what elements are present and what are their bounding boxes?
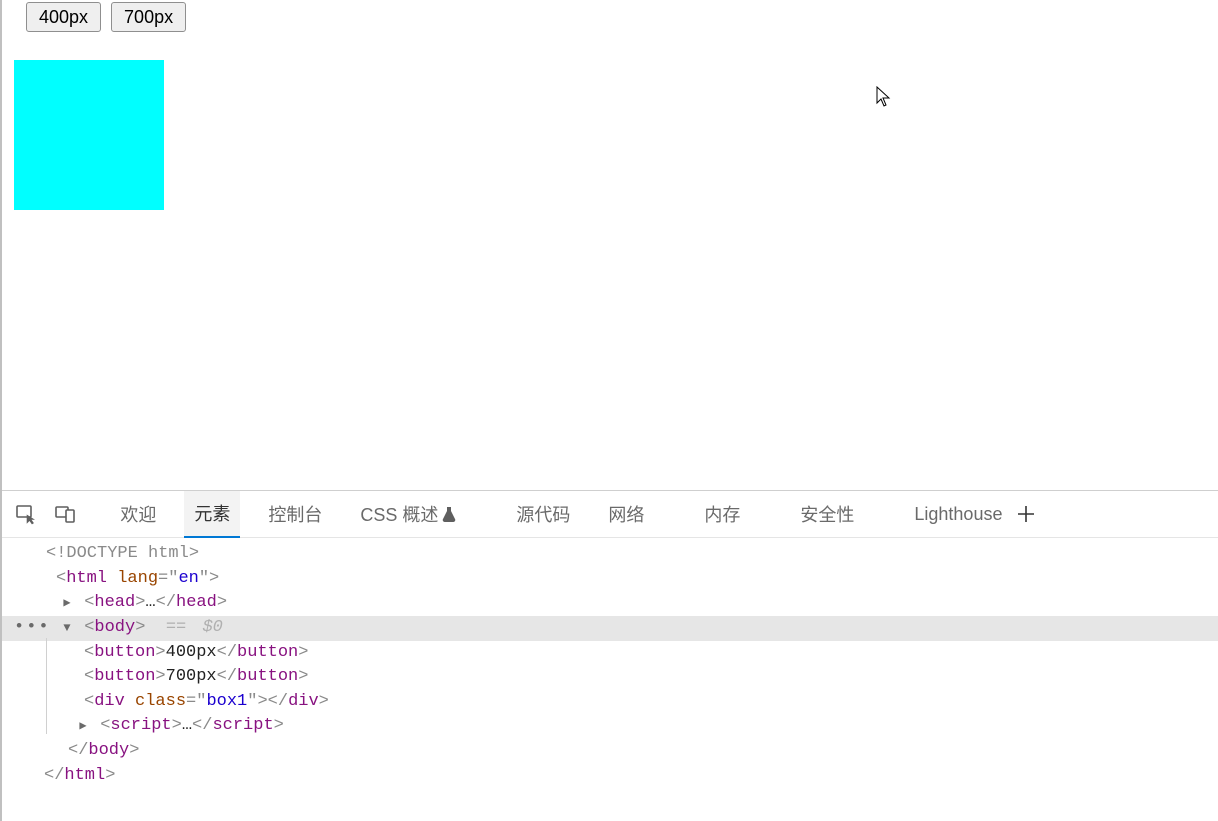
devtools-panel: 欢迎 元素 控制台 CSS 概述 源代码 网络 内存 安全性 Lighthous… [2,490,1218,821]
tab-security[interactable]: 安全性 [790,491,864,538]
dom-row-body-close[interactable]: </body> [2,739,1218,764]
box1-div [14,60,164,210]
annotation-dollar0: $0 [202,618,222,637]
devtools-tablist: 欢迎 元素 控制台 CSS 概述 源代码 网络 内存 安全性 Lighthous… [110,491,1012,538]
tab-elements[interactable]: 元素 [184,491,240,538]
page-button-700px[interactable]: 700px [111,2,186,32]
dom-row-button-400[interactable]: <button>400px</button> [2,641,1218,666]
devtools-toolbar: 欢迎 元素 控制台 CSS 概述 源代码 网络 内存 安全性 Lighthous… [2,491,1218,538]
mouse-cursor-icon [876,86,892,108]
expand-toggle-icon[interactable]: ▶ [60,595,74,612]
collapse-toggle-icon[interactable]: ▼ [60,620,74,637]
inspect-element-icon[interactable] [10,497,41,531]
dom-row-button-700[interactable]: <button>700px</button> [2,665,1218,690]
more-tabs-plus-icon[interactable] [1012,499,1040,529]
dom-row-head[interactable]: ▶ <head>…</head> [2,591,1218,616]
tab-welcome[interactable]: 欢迎 [110,491,166,538]
tab-lighthouse[interactable]: Lighthouse [904,491,1012,538]
expand-toggle-icon[interactable]: ▶ [76,718,90,735]
rendered-page: 400px 700px [2,0,1218,490]
dom-row-html-open[interactable]: <html lang="en"> [2,567,1218,592]
tab-network[interactable]: 网络 [598,491,654,538]
tab-css-overview[interactable]: CSS 概述 [350,491,466,538]
dom-row-script[interactable]: ▶ <script>…</script> [2,714,1218,739]
elements-tree[interactable]: <!DOCTYPE html> <html lang="en"> ▶ <head… [2,538,1218,821]
dom-row-html-close[interactable]: </html> [2,764,1218,789]
tab-css-overview-label: CSS 概述 [360,501,438,527]
dom-row-body-open[interactable]: ••• ▼ <body> == $0 [2,616,1218,641]
page-button-400px[interactable]: 400px [26,2,101,32]
selected-row-dots-icon: ••• [14,616,51,641]
flask-icon [442,506,456,522]
tab-memory[interactable]: 内存 [694,491,750,538]
tab-console[interactable]: 控制台 [258,491,332,538]
dom-row-div-box1[interactable]: <div class="box1"></div> [2,690,1218,715]
device-toolbar-icon[interactable] [49,497,80,531]
annotation-eq: == [166,618,197,637]
tab-sources[interactable]: 源代码 [506,491,580,538]
dom-row-doctype[interactable]: <!DOCTYPE html> [2,542,1218,567]
